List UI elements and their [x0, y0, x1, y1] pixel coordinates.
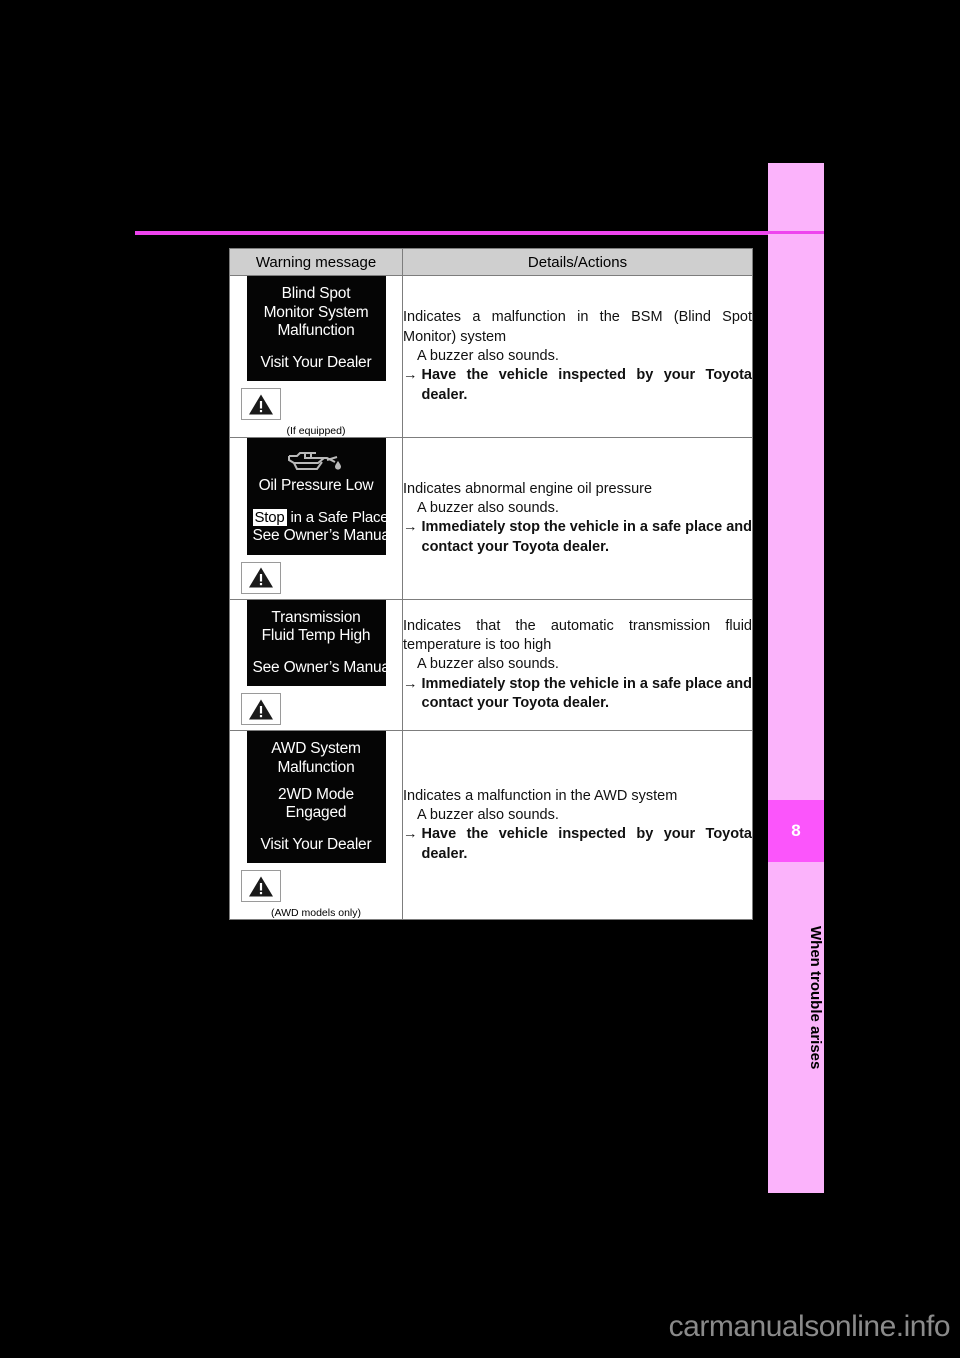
display-stop-line: Stop in a Safe Place [252, 508, 389, 527]
instrument-display-panel: Oil Pressure Low Stop in a Safe Place Se… [246, 438, 394, 555]
table-row: Blind Spot Monitor System Malfunction Vi… [229, 274, 753, 439]
stop-rest-text: in a Safe Place [286, 508, 389, 526]
display-line: Malfunction [277, 322, 355, 340]
instrument-display-panel: Transmission Fluid Temp High See Owner’s… [246, 599, 394, 687]
chapter-number: 8 [791, 821, 801, 840]
details-action: → Have the vehicle inspected by your Toy… [403, 366, 752, 405]
table-row: AWD System Malfunction 2WD Mode Engaged … [229, 730, 753, 921]
display-line: AWD System [271, 740, 361, 758]
display-spacer [253, 496, 380, 509]
details-subnote: A buzzer also sounds. [417, 656, 559, 673]
display-spacer [253, 646, 380, 659]
oil-can-icon [253, 447, 380, 473]
chapter-side-tab-rule [768, 231, 824, 234]
instrument-display-panel: AWD System Malfunction 2WD Mode Engaged … [246, 731, 386, 864]
header-details-actions: Details/Actions [402, 248, 753, 276]
details-action-text: Immediately stop the vehicle in a safe p… [421, 519, 753, 555]
warning-message-cell: Oil Pressure Low Stop in a Safe Place Se… [229, 437, 403, 600]
warning-triangle-icon [241, 693, 281, 726]
chapter-number-box: 8 [768, 800, 824, 862]
display-spacer [253, 823, 380, 836]
display-line: Visit Your Dealer [260, 835, 372, 853]
table-row: Oil Pressure Low Stop in a Safe Place Se… [229, 437, 753, 600]
details-intro: Indicates abnormal engine oil pressure [403, 480, 653, 497]
display-line: Oil Pressure Low [258, 477, 374, 495]
details-action-text: Have the vehicle inspected by your Toyot… [421, 367, 753, 403]
arrow-right-icon: → [403, 675, 418, 692]
details-action-text: Immediately stop the vehicle in a safe p… [421, 675, 753, 711]
arrow-right-icon: → [403, 826, 418, 843]
display-spacer [253, 341, 380, 354]
details-subnote: A buzzer also sounds. [417, 348, 559, 365]
details-action: → Immediately stop the vehicle in a safe… [403, 675, 752, 714]
header-rule [135, 231, 772, 235]
display-note: (AWD models only) [270, 907, 362, 920]
instrument-display-panel: Blind Spot Monitor System Malfunction Vi… [246, 276, 386, 382]
display-note: (If equipped) [286, 425, 346, 438]
display-line: Transmission [271, 608, 361, 626]
display-line: Engaged [285, 804, 347, 822]
details-intro: Indicates a malfunction in the BSM (Blin… [403, 309, 752, 345]
display-line: See Owner’s Manual [252, 658, 394, 676]
warning-message-cell: Blind Spot Monitor System Malfunction Vi… [229, 274, 403, 439]
display-spacer [253, 778, 380, 786]
arrow-right-icon: → [403, 367, 418, 384]
details-actions-cell: Indicates a malfunction in the AWD syste… [402, 730, 753, 921]
chapter-title: When trouble arises [807, 926, 824, 1070]
details-action: → Immediately stop the vehicle in a safe… [403, 518, 752, 557]
display-line: Malfunction [277, 758, 355, 776]
warning-triangle-icon [241, 870, 281, 903]
warning-message-cell: AWD System Malfunction 2WD Mode Engaged … [229, 730, 403, 921]
details-actions-cell: Indicates a malfunction in the BSM (Blin… [402, 274, 753, 439]
details-subnote: A buzzer also sounds. [417, 500, 559, 517]
details-subnote: A buzzer also sounds. [417, 807, 559, 824]
warning-triangle-icon [241, 561, 281, 594]
display-line: Monitor System [263, 303, 369, 321]
details-action-text: Have the vehicle inspected by your Toyot… [421, 826, 753, 862]
arrow-right-icon: → [403, 519, 418, 536]
header-warning-message: Warning message [229, 248, 403, 276]
display-line: Blind Spot [281, 285, 351, 302]
table-header-row: Warning message Details/Actions [229, 248, 753, 276]
details-intro: Indicates that the automatic transmissio… [403, 617, 752, 654]
warning-message-cell: Transmission Fluid Temp High See Owner’s… [229, 598, 403, 732]
warning-message-table: Warning message Details/Actions Blind Sp… [229, 248, 753, 921]
details-actions-cell: Indicates abnormal engine oil pressure A… [402, 437, 753, 600]
stop-chip: Stop [252, 508, 287, 526]
display-line: Visit Your Dealer [260, 353, 372, 371]
warning-triangle-icon [241, 388, 281, 421]
display-line: 2WD Mode [278, 785, 354, 803]
details-actions-cell: Indicates that the automatic transmissio… [402, 598, 753, 732]
table-row: Transmission Fluid Temp High See Owner’s… [229, 598, 753, 732]
details-action: → Have the vehicle inspected by your Toy… [403, 825, 752, 864]
site-watermark: carmanualsonline.info [668, 1310, 951, 1343]
details-intro: Indicates a malfunction in the AWD syste… [403, 787, 678, 804]
display-line: Fluid Temp High [261, 627, 371, 645]
display-line: See Owner’s Manual [252, 526, 394, 544]
